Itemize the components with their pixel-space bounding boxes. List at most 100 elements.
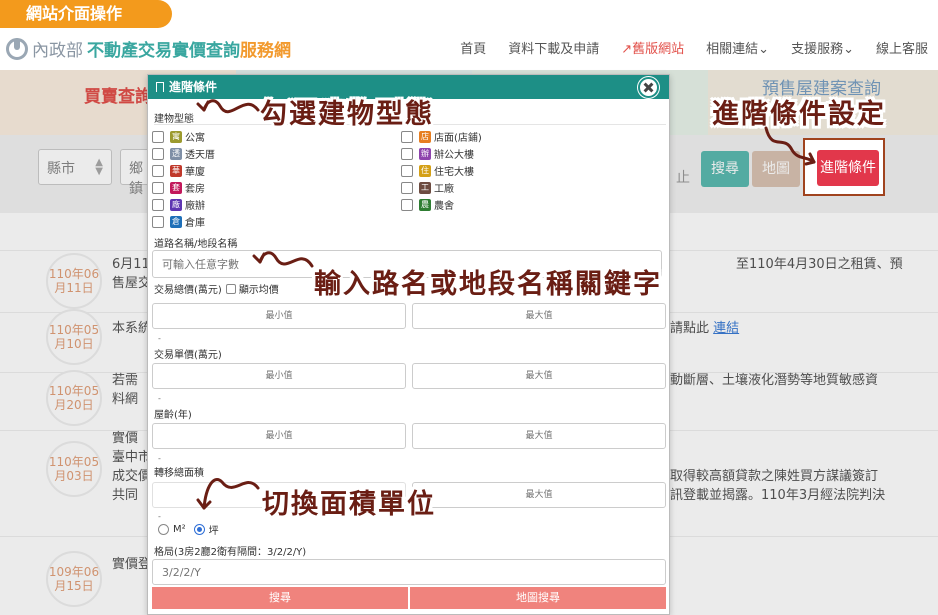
range-dash: - — [158, 454, 161, 463]
annotation-road-keyword: 輸入路名或地段名稱關鍵字 — [314, 269, 662, 300]
building-type-label: 農舍 — [434, 201, 454, 212]
unit-ping-radio[interactable] — [193, 524, 205, 535]
section-badge: 網站介面操作 — [0, 0, 172, 28]
unit-price-max-input[interactable] — [412, 363, 666, 389]
chevron-down-icon: ⌄ — [758, 42, 770, 57]
age-max-input[interactable] — [412, 423, 666, 449]
building-type-tag-icon: 店 — [419, 130, 431, 143]
ministry-logo-icon — [6, 37, 28, 60]
logo-subtitle: 服務網 — [240, 41, 291, 61]
building-type-option[interactable]: 農農舍 — [401, 197, 454, 212]
building-type-label: 套房 — [185, 184, 205, 195]
building-type-tag-icon: 華 — [170, 164, 182, 177]
building-type-checkbox[interactable] — [401, 181, 413, 194]
building-type-option[interactable]: 廠廠辦 — [152, 197, 205, 212]
advanced-conditions-modal: 進階條件 建物型態 寓公寓透透天厝華華廈套套房廠廠辦倉倉庫 店店面(店鋪) 辦辦公… — [147, 74, 670, 615]
annotation-building-type: 勾選建物型態 — [260, 99, 434, 130]
building-type-option[interactable]: 辦辦公大樓 — [401, 146, 474, 161]
age-min-input[interactable] — [152, 423, 406, 449]
range-dash: - — [158, 394, 161, 403]
building-type-tag-icon: 寓 — [170, 130, 182, 143]
road-label: 道路名稱/地段名稱 — [154, 239, 238, 250]
annotation-area-unit: 切換面積單位 — [262, 489, 436, 520]
unit-m2-label: M² — [173, 524, 186, 535]
building-type-checkbox[interactable] — [401, 130, 413, 143]
nav-online-service[interactable]: 線上客服 — [876, 38, 928, 57]
main-nav: 首頁 資料下載及申請 ↗舊版網站 相關連結⌄ 支援服務⌄ 線上客服 — [438, 38, 928, 57]
building-type-option[interactable]: 套套房 — [152, 180, 205, 195]
building-type-label: 工廠 — [434, 184, 454, 195]
annotation-arrow-icon — [196, 478, 260, 510]
building-type-option[interactable]: 住住宅大樓 — [401, 163, 474, 178]
building-type-checkbox[interactable] — [152, 198, 164, 211]
site-logo[interactable]: 內政部 不動產交易實價查詢 服務網 — [6, 36, 291, 61]
building-type-tag-icon: 倉 — [170, 215, 182, 228]
annotation-arrow-icon — [196, 99, 260, 114]
total-price-min-input[interactable] — [152, 303, 406, 329]
annotation-arrow-icon — [764, 126, 816, 166]
unit-ping-label: 坪 — [208, 526, 219, 537]
advanced-conditions-button[interactable]: 進階條件 — [817, 150, 879, 186]
annotation-arrow-icon — [252, 251, 314, 268]
total-price-max-input[interactable] — [412, 303, 666, 329]
building-type-tag-icon: 透 — [170, 147, 182, 160]
building-type-tag-icon: 農 — [419, 198, 431, 211]
layout-input[interactable] — [152, 559, 666, 585]
area-max-input[interactable] — [412, 482, 666, 508]
building-type-option[interactable]: 倉倉庫 — [152, 214, 205, 229]
logo-title: 不動產交易實價查詢 — [87, 41, 240, 61]
nav-download[interactable]: 資料下載及申請 — [508, 38, 599, 57]
building-type-checkbox[interactable] — [401, 198, 413, 211]
layout-label: 格局(3房2廳2衛有隔間：3/2/2/Y) — [154, 547, 307, 558]
building-type-option[interactable]: 華華廈 — [152, 163, 205, 178]
building-type-checkbox[interactable] — [152, 130, 164, 143]
building-type-label: 建物型態 — [154, 114, 194, 125]
building-type-tag-icon: 套 — [170, 181, 182, 194]
building-type-label: 華廈 — [185, 167, 205, 178]
total-price-row: 交易總價(萬元) 顯示均價 — [154, 281, 279, 296]
nav-support[interactable]: 支援服務⌄ — [791, 38, 854, 57]
bookmark-icon — [156, 82, 164, 92]
unit-m2-radio[interactable] — [158, 524, 169, 535]
building-type-tag-icon: 工 — [419, 181, 431, 194]
range-dash: - — [158, 512, 161, 521]
show-average-checkbox[interactable] — [225, 283, 236, 294]
building-type-label: 公寓 — [185, 133, 205, 144]
chevron-down-icon: ⌄ — [843, 42, 854, 57]
nav-home[interactable]: 首頁 — [460, 38, 486, 57]
external-link-icon: ↗ — [621, 42, 633, 57]
building-type-option[interactable]: 店店面(店鋪) — [401, 129, 482, 144]
total-price-label: 交易總價(萬元) — [154, 285, 222, 296]
range-dash: - — [158, 334, 161, 343]
age-label: 屋齡(年) — [154, 410, 192, 421]
building-type-tag-icon: 廠 — [170, 198, 182, 211]
nav-links[interactable]: 相關連結⌄ — [706, 38, 769, 57]
building-type-checkbox[interactable] — [152, 164, 164, 177]
building-type-tag-icon: 辦 — [419, 147, 431, 160]
nav-old-site[interactable]: ↗舊版網站 — [621, 38, 684, 57]
building-type-checkbox[interactable] — [401, 164, 413, 177]
search-button[interactable]: 搜尋 — [152, 587, 408, 609]
building-type-checkbox[interactable] — [152, 215, 164, 228]
building-type-label: 廠辦 — [185, 201, 205, 212]
building-type-checkbox[interactable] — [152, 181, 164, 194]
unit-price-label: 交易單價(萬元) — [154, 350, 222, 361]
building-type-tag-icon: 住 — [419, 164, 431, 177]
building-type-label: 透天厝 — [185, 150, 215, 161]
area-unit-toggle: M² 坪 — [158, 522, 219, 537]
building-type-label: 辦公大樓 — [434, 150, 474, 161]
building-type-option[interactable]: 透透天厝 — [152, 146, 215, 161]
building-type-label: 店面(店鋪) — [434, 133, 482, 144]
logo-ministry: 內政部 — [32, 41, 83, 61]
show-average-label: 顯示均價 — [238, 285, 279, 296]
building-type-option[interactable]: 工工廠 — [401, 180, 454, 195]
map-search-button[interactable]: 地圖搜尋 — [410, 587, 666, 609]
building-type-checkbox[interactable] — [152, 147, 164, 160]
building-type-label: 住宅大樓 — [434, 167, 474, 178]
close-icon[interactable] — [638, 77, 659, 98]
building-type-label: 倉庫 — [185, 218, 205, 229]
site-header: 內政部 不動產交易實價查詢 服務網 首頁 資料下載及申請 ↗舊版網站 相關連結⌄… — [0, 28, 938, 70]
building-type-checkbox[interactable] — [401, 147, 413, 160]
unit-price-min-input[interactable] — [152, 363, 406, 389]
building-type-option[interactable]: 寓公寓 — [152, 129, 205, 144]
